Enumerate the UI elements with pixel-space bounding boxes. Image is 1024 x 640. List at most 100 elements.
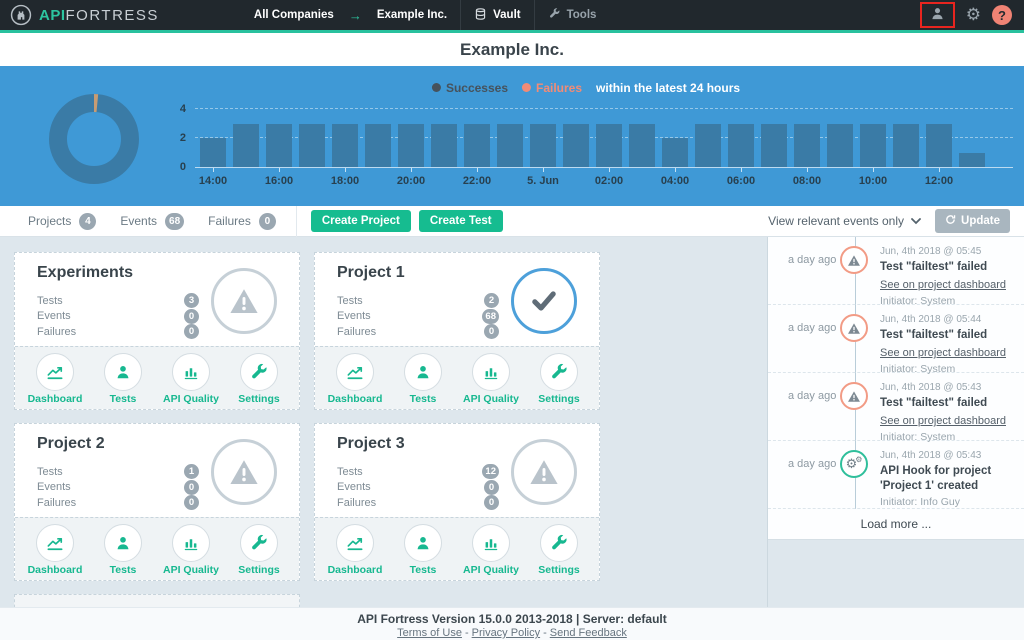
user-icon[interactable] — [929, 5, 946, 27]
update-button[interactable]: Update — [935, 209, 1010, 233]
project-action-tests[interactable]: Tests — [393, 524, 453, 580]
events-badge: 0 — [184, 480, 199, 495]
chart-bar — [365, 124, 391, 168]
axis-tick — [873, 168, 874, 172]
events-badge: 68 — [482, 309, 499, 324]
page-header: Example Inc. — [0, 33, 1024, 66]
project-title: Project 3 — [337, 435, 405, 453]
event-body: Jun, 4th 2018 @ 05:45 Test "failtest" fa… — [880, 246, 1016, 307]
axis-tick — [213, 168, 214, 172]
stat-events: Events68 — [120, 213, 184, 230]
project-action-tests[interactable]: Tests — [93, 353, 153, 409]
terms-link[interactable]: Terms of Use — [397, 627, 462, 639]
status-ok-icon — [511, 268, 577, 334]
stat-projects: Projects4 — [28, 213, 96, 230]
failures-count-badge: 0 — [259, 213, 276, 230]
axis-tick — [939, 168, 940, 172]
events-count-badge: 68 — [165, 213, 184, 230]
project-actions: DashboardTestsAPI QualitySettings — [15, 346, 299, 409]
x-axis-label: 20:00 — [397, 175, 425, 187]
axis-tick — [279, 168, 280, 172]
footer-links: Terms of Use-Privacy Policy-Send Feedbac… — [0, 627, 1024, 639]
event-timestamp: Jun, 4th 2018 @ 05:43 — [880, 450, 1016, 461]
project-actions: DashboardTestsAPI QualitySettings — [315, 517, 599, 580]
toolbar-stats: Projects4 Events68 Failures0 — [28, 213, 276, 230]
failures-badge: 0 — [184, 324, 199, 339]
feedback-link[interactable]: Send Feedback — [550, 627, 627, 639]
project-action-dashboard[interactable]: Dashboard — [325, 524, 385, 580]
project-action-tests[interactable]: Tests — [393, 353, 453, 409]
event-dashboard-link[interactable]: See on project dashboard — [880, 347, 1006, 359]
event-ago: a day ago — [788, 458, 836, 470]
toolbar-divider — [296, 206, 297, 237]
load-more-button[interactable]: Load more ... — [768, 509, 1024, 539]
event-dashboard-link[interactable]: See on project dashboard — [880, 279, 1006, 291]
chart-bar — [431, 124, 457, 168]
event-item: a day ago Jun, 4th 2018 @ 05:44 Test "fa… — [768, 305, 1024, 373]
project-cards-grid: Experiments Tests3 Events0 Failures0 Das… — [14, 252, 600, 581]
brand-logo[interactable]: APIFORTRESS — [10, 4, 159, 26]
nav-all-companies[interactable]: All Companies — [241, 0, 347, 30]
project-action-tests[interactable]: Tests — [93, 524, 153, 580]
dashboard-icon — [336, 353, 374, 391]
project-action-quality[interactable]: API Quality — [461, 524, 521, 580]
tests-badge: 1 — [184, 464, 199, 479]
chart-bar — [695, 124, 721, 168]
axis-tick — [345, 168, 346, 172]
events-filter-dropdown[interactable]: View relevant events only — [768, 214, 921, 228]
event-title: Test "failtest" failed — [880, 260, 1016, 275]
chart-bar — [299, 124, 325, 168]
x-axis-label: 16:00 — [265, 175, 293, 187]
cogs-icon: ⚙⚙ — [840, 450, 868, 478]
project-action-dashboard[interactable]: Dashboard — [25, 524, 85, 580]
apifortress-logo-icon — [10, 4, 32, 26]
warning-icon — [840, 382, 868, 410]
axis-tick — [609, 168, 610, 172]
project-action-quality[interactable]: API Quality — [161, 524, 221, 580]
project-stats: Tests1 Events0 Failures0 — [37, 464, 199, 511]
failures-badge: 0 — [484, 324, 499, 339]
project-action-settings[interactable]: Settings — [229, 524, 289, 580]
project-action-dashboard[interactable]: Dashboard — [25, 353, 85, 409]
create-test-button[interactable]: Create Test — [419, 210, 503, 232]
summary-banner: Successes Failures within the latest 24 … — [0, 66, 1024, 206]
vault-icon — [474, 7, 487, 24]
project-action-dashboard[interactable]: Dashboard — [325, 353, 385, 409]
chart-bar — [926, 124, 952, 168]
nav-vault[interactable]: Vault — [461, 0, 533, 30]
legend-failures: Failures — [522, 81, 582, 95]
project-action-settings[interactable]: Settings — [529, 353, 589, 409]
x-axis-label: 12:00 — [925, 175, 953, 187]
chart-bar — [332, 124, 358, 168]
x-axis-label: 02:00 — [595, 175, 623, 187]
axis-tick — [477, 168, 478, 172]
tests-icon — [404, 353, 442, 391]
y-axis-label: 0 — [160, 161, 186, 173]
chart-bar — [662, 138, 688, 167]
help-icon[interactable]: ? — [992, 5, 1012, 25]
tests-icon — [104, 524, 142, 562]
chart-bar — [629, 124, 655, 168]
settings-icon — [240, 524, 278, 562]
event-title: Test "failtest" failed — [880, 396, 1016, 411]
project-action-quality[interactable]: API Quality — [161, 353, 221, 409]
x-axis-label: 06:00 — [727, 175, 755, 187]
privacy-link[interactable]: Privacy Policy — [472, 627, 540, 639]
event-dashboard-link[interactable]: See on project dashboard — [880, 415, 1006, 427]
create-project-button[interactable]: Create Project — [311, 210, 411, 232]
event-ago: a day ago — [788, 390, 836, 402]
axis-tick — [411, 168, 412, 172]
event-body: Jun, 4th 2018 @ 05:43 API Hook for proje… — [880, 450, 1016, 508]
project-action-settings[interactable]: Settings — [529, 524, 589, 580]
project-action-settings[interactable]: Settings — [229, 353, 289, 409]
nav-company[interactable]: Example Inc. — [364, 0, 460, 30]
gear-icon[interactable]: ⚙ — [966, 7, 981, 24]
project-action-quality[interactable]: API Quality — [461, 353, 521, 409]
chart-bar — [761, 124, 787, 168]
tools-wrench-icon — [548, 7, 561, 23]
event-item: a day ago Jun, 4th 2018 @ 05:45 Test "fa… — [768, 237, 1024, 305]
x-axis-label: 22:00 — [463, 175, 491, 187]
nav-tools[interactable]: Tools — [535, 0, 610, 30]
chart-bar — [464, 124, 490, 168]
event-timestamp: Jun, 4th 2018 @ 05:45 — [880, 246, 1016, 257]
